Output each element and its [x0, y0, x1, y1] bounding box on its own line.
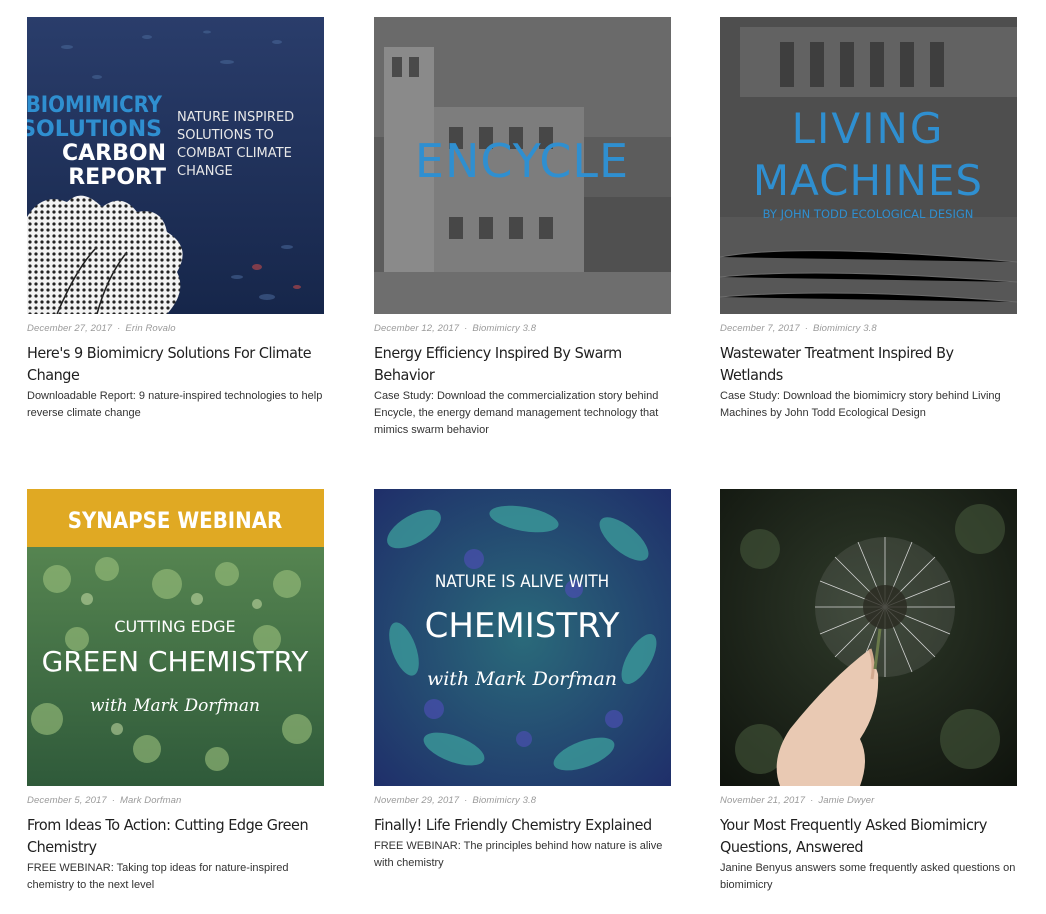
- post-date: November 29, 2017: [374, 795, 460, 806]
- image-text-line3: with Mark Dorfman: [427, 668, 617, 690]
- image-side-text-3: COMBAT CLIMATE: [177, 146, 292, 161]
- post-author[interactable]: Mark Dorfman: [120, 795, 181, 806]
- meta-separator: ·: [464, 795, 468, 806]
- post-title[interactable]: Energy Efficiency Inspired By Swarm Beha…: [374, 342, 670, 386]
- post-author[interactable]: Biomimicry 3.8: [472, 323, 536, 334]
- post-date: December 27, 2017: [27, 323, 113, 334]
- post-card[interactable]: ENCYCLE December 12, 2017 · Biomimicry 3.8…: [374, 17, 671, 439]
- image-text-line2: CHEMISTRY: [425, 606, 620, 646]
- image-banner-text: SYNAPSE WEBINAR: [68, 509, 283, 534]
- post-meta: December 5, 2017 · Mark Dorfman: [27, 795, 324, 806]
- post-card[interactable]: NATURE IS ALIVE WITH CHEMISTRY with Mark…: [374, 489, 671, 872]
- image-text-line1: ENCYCLE: [415, 134, 629, 188]
- meta-separator: ·: [111, 795, 116, 806]
- post-card[interactable]: SYNAPSE WEBINAR CUTTING EDGE GREEN CHEMI…: [27, 489, 324, 894]
- post-date: December 5, 2017: [27, 795, 107, 806]
- post-title[interactable]: Wastewater Treatment Inspired By Wetland…: [720, 342, 1016, 386]
- post-author[interactable]: Erin Rovalo: [125, 323, 175, 334]
- meta-separator: ·: [810, 795, 814, 806]
- post-date: November 21, 2017: [720, 795, 806, 806]
- meta-separator: ·: [464, 323, 468, 334]
- image-text-line1: BIOMIMICRY: [27, 93, 163, 118]
- post-meta: December 27, 2017 · Erin Rovalo: [27, 323, 324, 334]
- post-date: December 12, 2017: [374, 323, 460, 334]
- post-thumbnail-carbon-report[interactable]: BIOMIMICRY SOLUTIONS CARBON REPORT NATUR…: [27, 17, 324, 314]
- post-author[interactable]: Biomimicry 3.8: [472, 795, 536, 806]
- image-text-line2: MACHINES: [753, 156, 983, 205]
- post-title[interactable]: Your Most Frequently Asked Biomimicry Qu…: [720, 814, 1016, 858]
- post-card[interactable]: BIOMIMICRY SOLUTIONS CARBON REPORT NATUR…: [27, 17, 324, 422]
- image-text-line4: REPORT: [68, 165, 166, 190]
- post-thumbnail-green-chemistry[interactable]: SYNAPSE WEBINAR CUTTING EDGE GREEN CHEMI…: [27, 489, 324, 786]
- image-side-text-1: NATURE INSPIRED: [177, 110, 294, 125]
- post-excerpt: Downloadable Report: 9 nature-inspired t…: [27, 390, 323, 419]
- post-excerpt: Case Study: Download the commercializati…: [374, 390, 659, 436]
- post-title[interactable]: From Ideas To Action: Cutting Edge Green…: [27, 814, 323, 858]
- post-card[interactable]: LIVING MACHINES BY JOHN TODD ECOLOGICAL …: [720, 17, 1017, 422]
- image-text-line2: SOLUTIONS: [27, 117, 162, 142]
- image-text-line3: BY JOHN TODD ECOLOGICAL DESIGN: [763, 207, 974, 221]
- post-meta: November 21, 2017 · Jamie Dwyer: [720, 795, 1017, 806]
- post-date: December 7, 2017: [720, 323, 800, 334]
- post-title[interactable]: Here's 9 Biomimicry Solutions For Climat…: [27, 342, 323, 386]
- post-author[interactable]: Jamie Dwyer: [818, 795, 874, 806]
- image-side-text-2: SOLUTIONS TO: [177, 128, 274, 143]
- post-meta: December 12, 2017 · Biomimicry 3.8: [374, 323, 671, 334]
- post-card[interactable]: November 21, 2017 · Jamie Dwyer Your Most …: [720, 489, 1017, 894]
- meta-separator: ·: [117, 323, 121, 334]
- post-meta: December 7, 2017 · Biomimicry 3.8: [720, 323, 1017, 334]
- meta-separator: ·: [804, 323, 809, 334]
- image-text-line3: with Mark Dorfman: [90, 696, 260, 716]
- post-thumbnail-living-machines[interactable]: LIVING MACHINES BY JOHN TODD ECOLOGICAL …: [720, 17, 1017, 314]
- post-meta: November 29, 2017 · Biomimicry 3.8: [374, 795, 671, 806]
- post-excerpt: FREE WEBINAR: Taking top ideas for natur…: [27, 862, 289, 891]
- image-side-text-4: CHANGE: [177, 164, 233, 179]
- post-author[interactable]: Biomimicry 3.8: [813, 323, 877, 334]
- post-thumbnail-dandelion[interactable]: [720, 489, 1017, 786]
- post-excerpt: FREE WEBINAR: The principles behind how …: [374, 840, 663, 869]
- post-excerpt: Case Study: Download the biomimicry stor…: [720, 390, 1001, 419]
- image-text-line1: CUTTING EDGE: [114, 617, 235, 636]
- image-text-line2: GREEN CHEMISTRY: [42, 645, 310, 678]
- post-thumbnail-alive-with-chemistry[interactable]: NATURE IS ALIVE WITH CHEMISTRY with Mark…: [374, 489, 671, 786]
- post-excerpt: Janine Benyus answers some frequently as…: [720, 862, 1016, 891]
- image-text-line1: NATURE IS ALIVE WITH: [435, 572, 609, 592]
- post-title[interactable]: Finally! Life Friendly Chemistry Explain…: [374, 814, 670, 836]
- image-text-line1: LIVING: [792, 104, 945, 153]
- post-thumbnail-encycle[interactable]: ENCYCLE: [374, 17, 671, 314]
- image-text-line3: CARBON: [62, 141, 166, 166]
